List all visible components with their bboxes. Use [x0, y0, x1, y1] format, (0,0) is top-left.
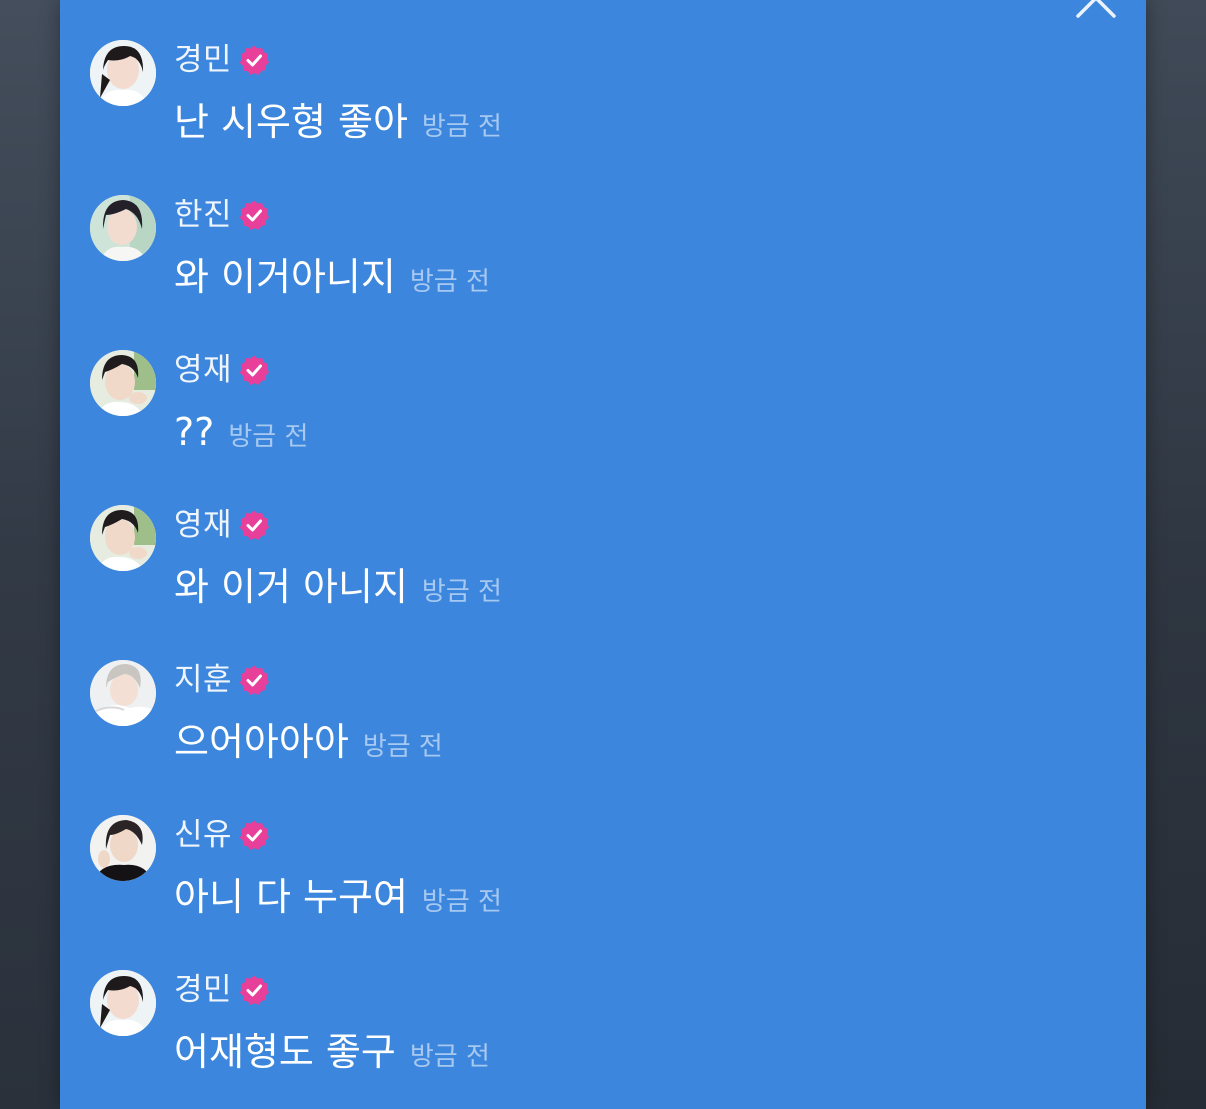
- verified-badge-icon: [238, 974, 270, 1006]
- message-time: 방금 전: [409, 267, 490, 297]
- avatar[interactable]: [90, 195, 156, 261]
- avatar[interactable]: [90, 350, 156, 416]
- message-text: 와 이거 아니지: [174, 565, 408, 609]
- verified-badge-icon: [238, 819, 270, 851]
- chat-message: 영재 와 이거 아니지 방금 전: [60, 505, 1146, 645]
- chevron-up-icon[interactable]: [1074, 0, 1118, 22]
- message-time: 방금 전: [421, 112, 502, 142]
- sender-name: 경민: [174, 972, 233, 1008]
- verified-badge-icon: [238, 354, 270, 386]
- chat-message: 지훈 으어아아아 방금 전: [60, 660, 1146, 800]
- avatar[interactable]: [90, 660, 156, 726]
- verified-badge-icon: [238, 199, 270, 231]
- message-text: ??: [174, 410, 215, 454]
- chat-panel[interactable]: 경민 난 시우형 좋아 방금 전 한진 와 이거아니지 방금 전 영재 ?? 방…: [60, 0, 1146, 1109]
- background-left: [0, 0, 60, 1109]
- message-time: 방금 전: [421, 887, 502, 917]
- chat-message: 경민 어재형도 좋구 방금 전: [60, 970, 1146, 1109]
- message-time: 방금 전: [409, 1042, 490, 1072]
- chat-message: 신유 아니 다 누구여 방금 전: [60, 815, 1146, 955]
- avatar[interactable]: [90, 505, 156, 571]
- message-text: 으어아아아: [174, 720, 349, 764]
- sender-name: 신유: [174, 817, 233, 853]
- message-time: 방금 전: [228, 422, 309, 452]
- message-text: 와 이거아니지: [174, 255, 396, 299]
- message-time: 방금 전: [421, 577, 502, 607]
- sender-name: 지훈: [174, 662, 233, 698]
- message-text: 아니 다 누구여: [174, 875, 408, 919]
- message-time: 방금 전: [362, 732, 443, 762]
- verified-badge-icon: [238, 664, 270, 696]
- message-text: 난 시우형 좋아: [174, 100, 408, 144]
- avatar[interactable]: [90, 815, 156, 881]
- verified-badge-icon: [238, 509, 270, 541]
- avatar[interactable]: [90, 970, 156, 1036]
- chat-message: 영재 ?? 방금 전: [60, 350, 1146, 490]
- sender-name: 영재: [174, 352, 233, 388]
- verified-badge-icon: [238, 44, 270, 76]
- background-right: [1146, 0, 1206, 1109]
- sender-name: 영재: [174, 507, 233, 543]
- avatar[interactable]: [90, 40, 156, 106]
- sender-name: 한진: [174, 197, 233, 233]
- chat-message: 경민 난 시우형 좋아 방금 전: [60, 40, 1146, 180]
- message-text: 어재형도 좋구: [174, 1030, 396, 1074]
- chat-message: 한진 와 이거아니지 방금 전: [60, 195, 1146, 335]
- sender-name: 경민: [174, 42, 233, 78]
